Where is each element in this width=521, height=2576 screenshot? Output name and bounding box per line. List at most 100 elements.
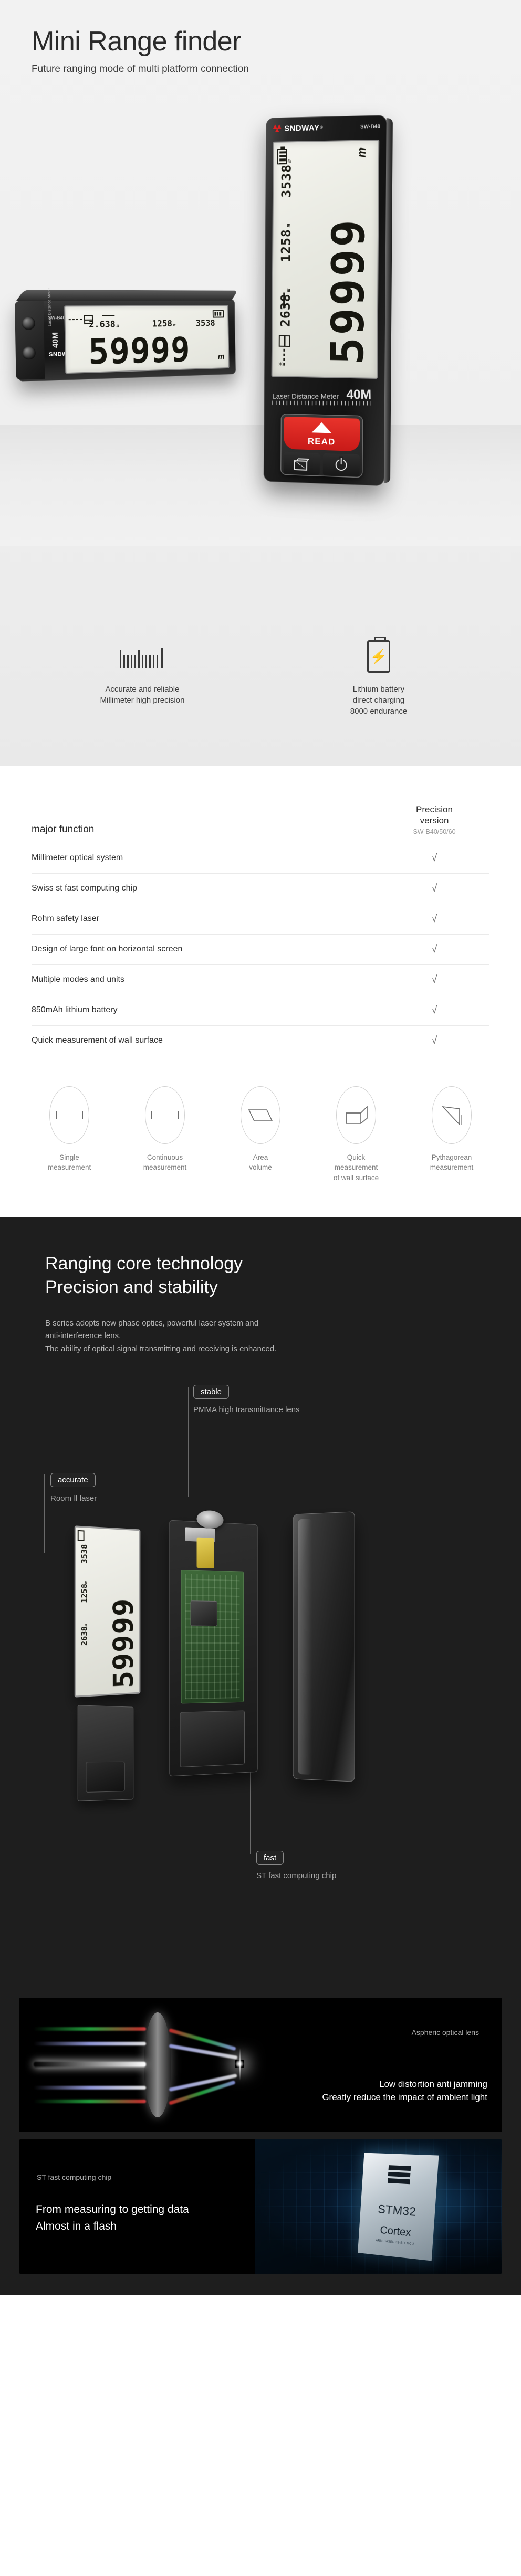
panel-label: Aspheric optical lens xyxy=(411,2028,479,2037)
aspheric-lens-rays-graphic xyxy=(34,2009,244,2122)
ruler-graphic xyxy=(272,400,371,409)
panel-aspheric-lens: Aspheric optical lens Low distortion ant… xyxy=(19,1997,502,2132)
panel-st-chip: STM32 Cortex ARM-BASED 32-BIT MCU ST fas… xyxy=(19,2139,502,2274)
sndway-logo-icon xyxy=(273,124,282,133)
device-lower-face: Laser Distance Meter 40M READ xyxy=(264,381,385,486)
pcb-board xyxy=(181,1569,244,1704)
read-button[interactable]: READ xyxy=(284,416,360,452)
brand-name: SNDWAY xyxy=(284,123,320,133)
exploded-part-aluminum-case xyxy=(293,1511,355,1782)
tech-body-line-2: anti-interference lens, xyxy=(45,1331,121,1341)
lcd-screen-horizontal: 2.638 m 1258 m 3538 59999 m xyxy=(64,305,230,374)
callout-caption: Room Ⅱ laser xyxy=(50,1493,97,1503)
feature-label: Multiple modes and units xyxy=(32,964,379,995)
lcd-sub-reading-1: 2.638 m xyxy=(89,319,119,331)
wall-surface-icon xyxy=(336,1086,376,1144)
stm32-chip: STM32 Cortex ARM-BASED 32-BIT MCU xyxy=(358,2153,439,2261)
lcd-sub-reading-1: 2638m xyxy=(79,1624,89,1646)
tech-heading: Ranging core technology Precision and st… xyxy=(0,1252,521,1299)
feature-check: √ xyxy=(379,994,489,1025)
product-stage: SW-B40 SNDWAY Laser Distance Meter 40M 2… xyxy=(0,89,521,546)
column-header-version: Precision version SW-B40/50/60 xyxy=(379,804,489,843)
lcd-sub-reading-2: 1258m xyxy=(79,1581,89,1603)
mode-label: Continuous measurement xyxy=(143,1153,187,1172)
mode-item-wall-surface: Quick measurement of wall surface xyxy=(311,1086,401,1183)
focal-point xyxy=(235,2059,244,2068)
panel-headline-line-1: From measuring to getting data xyxy=(36,2203,189,2215)
floor-reflection xyxy=(0,425,521,546)
feature-check: √ xyxy=(379,842,489,873)
power-button[interactable] xyxy=(322,453,360,477)
ruler-precision-icon xyxy=(82,638,203,675)
mode-label: Single measurement xyxy=(47,1153,91,1172)
callout-caption: ST fast computing chip xyxy=(256,1871,337,1880)
callout-stable: stable PMMA high transmittance lens xyxy=(188,1384,300,1497)
lcd-sub-reading-3: 3538m xyxy=(278,158,294,198)
lens-element xyxy=(144,2012,171,2117)
measurement-modes-section: Single measurement Continuous measurement … xyxy=(0,1055,521,1218)
mode-item-continuous: Continuous measurement xyxy=(120,1086,210,1183)
up-arrow-icon xyxy=(311,422,332,433)
lcd-sub-reading-2: 1258m xyxy=(152,319,176,330)
exploded-part-lcd-panel: 2638m 1258m 3538 59999 xyxy=(74,1525,141,1698)
lcd-main-unit: m xyxy=(355,147,369,158)
lcd-dash-indicator xyxy=(102,315,115,316)
version-models: SW-B40/50/60 xyxy=(413,828,456,835)
hero-feature-item: Accurate and reliable Millimeter high pr… xyxy=(82,638,203,717)
laser-emitter-lens xyxy=(22,316,36,330)
table-row: Millimeter optical system √ xyxy=(32,842,489,873)
laser-receiver-lens xyxy=(22,346,36,360)
mode-item-area-volume: Area volume xyxy=(215,1086,306,1183)
feature-label: Swiss st fast computing chip xyxy=(32,873,379,904)
read-button-label: READ xyxy=(307,436,336,447)
table-row: Quick measurement of wall surface √ xyxy=(32,1025,489,1056)
page-title: Mini Range finder xyxy=(32,26,242,57)
mode-item-pythagorean: Pythagorean measurement xyxy=(407,1086,497,1183)
feature-table-section: major function Precision version SW-B40/… xyxy=(0,766,521,1056)
lcd-sub-reading-2: 1258m xyxy=(278,223,294,262)
table-header-row: major function Precision version SW-B40/… xyxy=(32,804,489,843)
lcd-screen-upright: ✳ 2638m 1258m 3538m 59999 m xyxy=(271,139,380,379)
stm32-chip-graphic: STM32 Cortex ARM-BASED 32-BIT MCU xyxy=(255,2139,502,2274)
exploded-part-pcb-assembly xyxy=(169,1509,258,1777)
panel-headline-line-2: Almost in a flash xyxy=(36,2220,117,2233)
feature-check: √ xyxy=(379,873,489,904)
device-brand-bar: SNDWAY ® SW-B40 xyxy=(266,115,387,140)
lcd-sub-reading-3: 3538 xyxy=(195,318,215,329)
laser-diode-module xyxy=(196,1537,214,1568)
callout-leader-line xyxy=(44,1473,45,1553)
callout-caption: PMMA high transmittance lens xyxy=(193,1405,300,1414)
lcd-main-reading: 59999 xyxy=(108,1598,140,1689)
callout-badge: accurate xyxy=(50,1472,96,1487)
device-model: SW-B40 xyxy=(360,123,381,130)
feature-label: Quick measurement of wall surface xyxy=(32,1025,379,1056)
feature-table-body: Millimeter optical system √ Swiss st fas… xyxy=(32,842,489,1056)
callout-leader-line xyxy=(188,1386,189,1497)
hero-feature-list: Accurate and reliable Millimeter high pr… xyxy=(0,637,521,717)
tech-body: B series adopts new phase optics, powerf… xyxy=(0,1317,521,1355)
tech-section: Ranging core technology Precision and st… xyxy=(0,1217,521,1979)
table-row: Multiple modes and units √ xyxy=(32,964,489,995)
lcd-battery-icon xyxy=(77,1530,85,1541)
feature-label: Design of large font on horizontal scree… xyxy=(32,934,379,964)
bottom-pad xyxy=(86,1761,125,1793)
hero-section: Mini Range finder Future ranging mode of… xyxy=(0,0,521,766)
lcd-main-reading: 59999 xyxy=(88,330,191,373)
volume-mode-button[interactable] xyxy=(283,452,320,475)
lcd-battery-icon xyxy=(212,310,224,318)
battery-charging-icon: ⚡ xyxy=(318,637,439,675)
version-line-2: version xyxy=(420,815,449,826)
exploded-part-bottom-housing xyxy=(77,1705,134,1801)
pmma-lens-part xyxy=(196,1509,224,1529)
lcd-sub-reading-3: 3538 xyxy=(79,1544,89,1564)
feature-check: √ xyxy=(379,934,489,964)
lcd-mode-icon: ✳ xyxy=(277,335,293,367)
feature-check: √ xyxy=(379,964,489,995)
hero-feature-text: Lithium battery direct charging 8000 end… xyxy=(350,685,408,716)
panel-label: ST fast computing chip xyxy=(37,2172,112,2181)
callout-accurate: accurate Room Ⅱ laser xyxy=(44,1472,97,1553)
tech-heading-line-1: Ranging core technology xyxy=(45,1254,243,1274)
hero-feature-text: Accurate and reliable Millimeter high pr… xyxy=(100,685,185,705)
feature-label: 850mAh lithium battery xyxy=(32,994,379,1025)
mode-item-single: Single measurement xyxy=(24,1086,114,1183)
